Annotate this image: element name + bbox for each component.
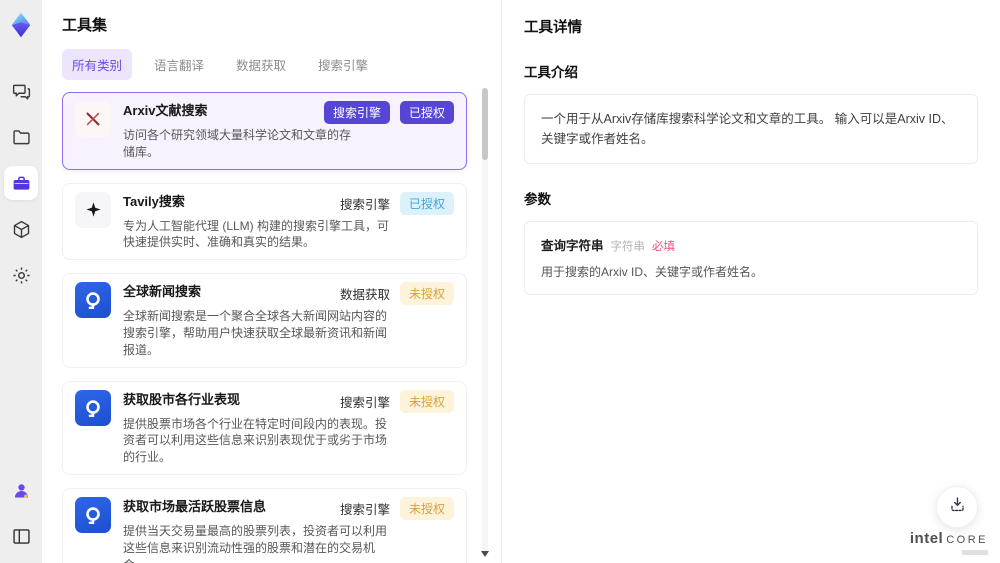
globe-icon (75, 496, 111, 533)
tool-name: 全球新闻搜索 (123, 284, 202, 300)
tab-category-3[interactable]: 搜索引擎 (308, 49, 378, 80)
tool-name: Arxiv文献搜索 (123, 103, 208, 118)
detail-title: 工具详情 (524, 20, 582, 36)
tool-detail-panel: 工具详情 工具介绍 一个用于从Arxiv存储库搜索科学论文和文章的工具。 输入可… (502, 0, 1000, 563)
download-button[interactable] (936, 486, 978, 528)
download-icon (948, 495, 967, 519)
tool-category-badge: 搜索引擎 (323, 101, 390, 124)
tool-status-badge: 已授权 (399, 101, 454, 124)
panel-toggle-icon[interactable] (4, 519, 38, 553)
param-name: 查询字符串 (541, 239, 604, 253)
tool-category-badge: 搜索引擎 (339, 502, 390, 517)
tool-status-badge: 已授权 (399, 191, 454, 215)
tool-description: 全球新闻搜索是一个聚合全球各大新闻网站内容的搜索引擎，帮助用户快速获取全球最新资… (123, 309, 388, 357)
tool-category-badge: 搜索引擎 (339, 395, 390, 410)
scrollbar-track[interactable] (481, 88, 489, 557)
arxiv-icon (75, 101, 111, 137)
tab-category-1[interactable]: 语言翻译 (144, 49, 214, 80)
tool-description: 访问各个研究领域大量科学论文和文章的存储库。 (123, 128, 352, 159)
tool-card[interactable]: 获取股市各行业表现 搜索引擎 未授权 提供股票市场各个行业在特定时间段内的表现。… (62, 380, 467, 475)
folder-icon[interactable] (4, 120, 38, 154)
app-logo-icon (6, 10, 36, 40)
chat-icon[interactable] (4, 74, 38, 108)
parameter-box: 查询字符串 字符串 必填 用于搜索的Arxiv ID、关键字或作者姓名。 (524, 221, 978, 295)
tool-status-badge: 未授权 (399, 282, 454, 306)
tool-name: Tavily搜索 (123, 193, 185, 209)
toolbox-icon[interactable] (4, 166, 38, 200)
intro-section-header: 工具介绍 (524, 65, 578, 80)
brand-intel-text: intel (909, 530, 944, 547)
scrollbar-thumb[interactable] (482, 88, 488, 160)
tool-card[interactable]: Arxiv文献搜索 搜索引擎 已授权 访问各个研究领域大量科学论文和文章的存储库… (62, 92, 467, 170)
brand-core-text: CORE (946, 534, 988, 546)
tool-card[interactable]: 全球新闻搜索 数据获取 未授权 全球新闻搜索是一个聚合全球各大新闻网站内容的搜索… (62, 273, 467, 368)
tool-list: Arxiv文献搜索 搜索引擎 已授权 访问各个研究领域大量科学论文和文章的存储库… (62, 92, 501, 563)
param-type: 字符串 (610, 241, 646, 253)
settings-icon[interactable] (4, 258, 38, 292)
tool-category-badge: 搜索引擎 (339, 197, 390, 212)
tool-description: 提供股票市场各个行业在特定时间段内的表现。投资者可以利用这些信息来识别表现优于或… (123, 416, 388, 465)
category-tabs: 所有类别 语言翻译 数据获取 搜索引擎 (62, 49, 501, 80)
tool-name: 获取市场最活跃股票信息 (123, 498, 267, 514)
app-window: 工具集 所有类别 语言翻译 数据获取 搜索引擎 Arxiv文献搜索 搜索引擎 已授权 … (0, 0, 1000, 563)
tool-category-badge: 数据获取 (339, 288, 390, 303)
tool-intro-box: 一个用于从Arxiv存储库搜索科学论文和文章的工具。 输入可以是Arxiv ID… (524, 94, 978, 164)
sparkle-icon (75, 191, 111, 228)
icon-rail (0, 0, 42, 563)
tool-status-badge: 未授权 (399, 496, 454, 520)
params-section-header: 参数 (524, 192, 551, 207)
param-required-badge: 必填 (652, 241, 676, 253)
tab-category-2[interactable]: 数据获取 (226, 49, 296, 80)
tool-description: 专为人工智能代理 (LLM) 构建的搜索引擎工具，可快速提供实时、准确和真实的结… (123, 218, 390, 250)
brand-sub-badge (962, 550, 988, 555)
tool-list-panel: 工具集 所有类别 语言翻译 数据获取 搜索引擎 Arxiv文献搜索 搜索引擎 已授权 … (42, 0, 502, 563)
page-title: 工具集 (62, 17, 108, 34)
user-icon[interactable] (4, 473, 38, 507)
tool-description: 提供当天交易量最高的股票列表，投资者可以利用这些信息来识别流动性强的股票和潜在的… (123, 523, 388, 563)
intel-core-logo: intel CORE (910, 531, 988, 555)
tool-card[interactable]: 获取市场最活跃股票信息 搜索引擎 未授权 提供当天交易量最高的股票列表，投资者可… (62, 487, 467, 563)
tool-name: 获取股市各行业表现 (123, 391, 241, 407)
globe-icon (75, 282, 111, 319)
scrollbar-down-arrow-icon[interactable] (481, 551, 489, 557)
param-description: 用于搜索的Arxiv ID、关键字或作者姓名。 (541, 265, 764, 279)
cube-icon[interactable] (4, 212, 38, 246)
globe-icon (75, 389, 111, 426)
tool-card[interactable]: Tavily搜索 搜索引擎 已授权 专为人工智能代理 (LLM) 构建的搜索引擎… (62, 182, 467, 261)
tab-category-0[interactable]: 所有类别 (62, 49, 133, 80)
tool-status-badge: 未授权 (399, 389, 454, 413)
